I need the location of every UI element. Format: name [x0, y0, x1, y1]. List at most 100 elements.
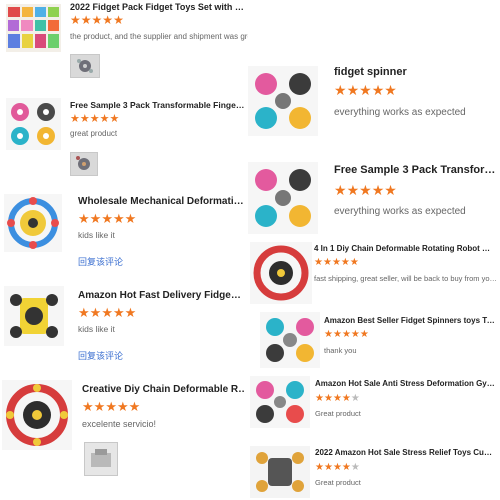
review-text: fast shipping, great seller, will be bac…: [314, 274, 500, 283]
star-icon: ★: [89, 113, 100, 125]
review-text: everything works as expected: [334, 206, 466, 217]
product-title[interactable]: Free Sample 3 Pack Transformable Fingert…: [70, 100, 246, 110]
star-icon: ★: [78, 305, 90, 320]
star-icon: ★: [112, 305, 125, 320]
star-icon: ★: [341, 329, 351, 340]
review-text: Great product: [315, 409, 361, 418]
star-icon: ★: [315, 462, 324, 473]
star-icon: ★: [384, 82, 397, 98]
star-icon: ★: [371, 82, 385, 98]
product-image[interactable]: [4, 286, 64, 346]
review-text: kids like it: [78, 324, 115, 334]
product-title[interactable]: fidget spinner: [334, 66, 494, 78]
rating-stars: ★★★★★: [70, 114, 119, 125]
reply-link[interactable]: 回复该评论: [78, 255, 123, 268]
star-icon: ★: [350, 462, 360, 473]
product-image[interactable]: [260, 312, 320, 368]
review-text: Great product: [315, 478, 361, 487]
star-icon: ★: [101, 305, 113, 320]
product-title[interactable]: Free Sample 3 Pack Transformable: [334, 164, 500, 176]
star-icon: ★: [334, 82, 347, 98]
star-icon: ★: [314, 257, 323, 268]
star-icon: ★: [350, 329, 360, 340]
review-photo[interactable]: [70, 152, 98, 176]
star-icon: ★: [99, 113, 110, 125]
star-icon: ★: [346, 82, 360, 98]
review-photo[interactable]: [84, 442, 118, 476]
star-icon: ★: [102, 13, 114, 27]
star-icon: ★: [346, 182, 360, 198]
rating-stars: ★★★★★: [70, 14, 124, 26]
product-title[interactable]: Creative Diy Chain Deformable Rotatin: [82, 384, 250, 395]
star-icon: ★: [89, 211, 102, 226]
product-title[interactable]: Amazon Best Seller Fidget Spinners toys …: [324, 316, 496, 325]
product-title[interactable]: Wholesale Mechanical Deformative Ro: [78, 196, 244, 207]
star-icon: ★: [349, 257, 359, 268]
star-icon: ★: [359, 182, 372, 198]
star-icon: ★: [101, 211, 113, 226]
star-icon: ★: [93, 399, 106, 414]
star-icon: ★: [323, 393, 333, 404]
star-icon: ★: [332, 462, 342, 473]
rating-stars: ★★★★★: [315, 463, 360, 473]
star-icon: ★: [109, 113, 120, 125]
star-icon: ★: [341, 393, 351, 404]
product-title[interactable]: Amazon Hot Sale Anti Stress Deformation …: [315, 379, 495, 388]
review-text: the product, and the supplier and shipme…: [70, 32, 248, 41]
rating-stars: ★★★★★: [334, 183, 397, 197]
star-icon: ★: [79, 113, 90, 125]
star-icon: ★: [340, 257, 350, 268]
product-image[interactable]: [248, 66, 318, 136]
star-icon: ★: [113, 13, 124, 27]
review-card: 2022 Amazon Hot Sale Stress Relief Toys …: [244, 440, 500, 500]
star-icon: ★: [124, 305, 137, 320]
star-icon: ★: [341, 462, 351, 473]
product-image[interactable]: [248, 162, 318, 234]
product-title[interactable]: Amazon Hot Fast Delivery Fidget Sensor: [78, 290, 244, 301]
product-title[interactable]: 2022 Fidget Pack Fidget Toys Set with Po…: [70, 2, 248, 12]
star-icon: ★: [359, 82, 372, 98]
star-icon: ★: [323, 462, 333, 473]
star-icon: ★: [331, 257, 341, 268]
rating-stars: ★★★★★: [78, 212, 136, 225]
review-card: 2022 Fidget Pack Fidget Toys Set with Po…: [0, 0, 248, 90]
product-image[interactable]: [250, 446, 310, 498]
rating-stars: ★★★★★: [78, 306, 136, 319]
product-image[interactable]: [250, 376, 310, 428]
star-icon: ★: [334, 182, 347, 198]
product-image[interactable]: [4, 194, 62, 252]
review-card: Amazon Best Seller Fidget Spinners toys …: [244, 310, 500, 376]
review-card: Amazon Hot Sale Anti Stress Deformation …: [244, 372, 500, 432]
star-icon: ★: [359, 329, 369, 340]
product-image[interactable]: [6, 98, 61, 150]
reply-link[interactable]: 回复该评论: [78, 349, 123, 362]
star-icon: ★: [70, 113, 80, 125]
review-text: thank you: [324, 346, 357, 355]
review-card: Amazon Hot Fast Delivery Fidget Sensor ★…: [0, 278, 244, 370]
rating-stars: ★★★★★: [314, 258, 359, 268]
star-icon: ★: [315, 393, 324, 404]
star-icon: ★: [112, 211, 125, 226]
star-icon: ★: [124, 211, 137, 226]
product-image[interactable]: [2, 380, 72, 450]
star-icon: ★: [324, 329, 333, 340]
star-icon: ★: [332, 329, 342, 340]
product-image[interactable]: [6, 4, 61, 52]
review-text: kids like it: [78, 230, 115, 240]
star-icon: ★: [371, 182, 385, 198]
rating-stars: ★★★★★: [334, 83, 397, 97]
product-title[interactable]: 2022 Amazon Hot Sale Stress Relief Toys …: [315, 448, 495, 457]
product-title[interactable]: 4 In 1 Diy Chain Deformable Rotating Rob…: [314, 244, 494, 253]
product-image[interactable]: [250, 242, 312, 304]
rating-stars: ★★★★★: [324, 330, 369, 340]
review-text: great product: [70, 129, 118, 138]
review-card: fidget spinner ★★★★★ everything works as…: [244, 52, 500, 152]
star-icon: ★: [91, 13, 103, 27]
star-icon: ★: [384, 182, 397, 198]
star-icon: ★: [89, 305, 102, 320]
review-photo[interactable]: [70, 54, 100, 78]
review-card: 4 In 1 Diy Chain Deformable Rotating Rob…: [244, 240, 500, 308]
star-icon: ★: [332, 393, 342, 404]
rating-stars: ★★★★★: [315, 394, 360, 404]
star-icon: ★: [350, 393, 360, 404]
